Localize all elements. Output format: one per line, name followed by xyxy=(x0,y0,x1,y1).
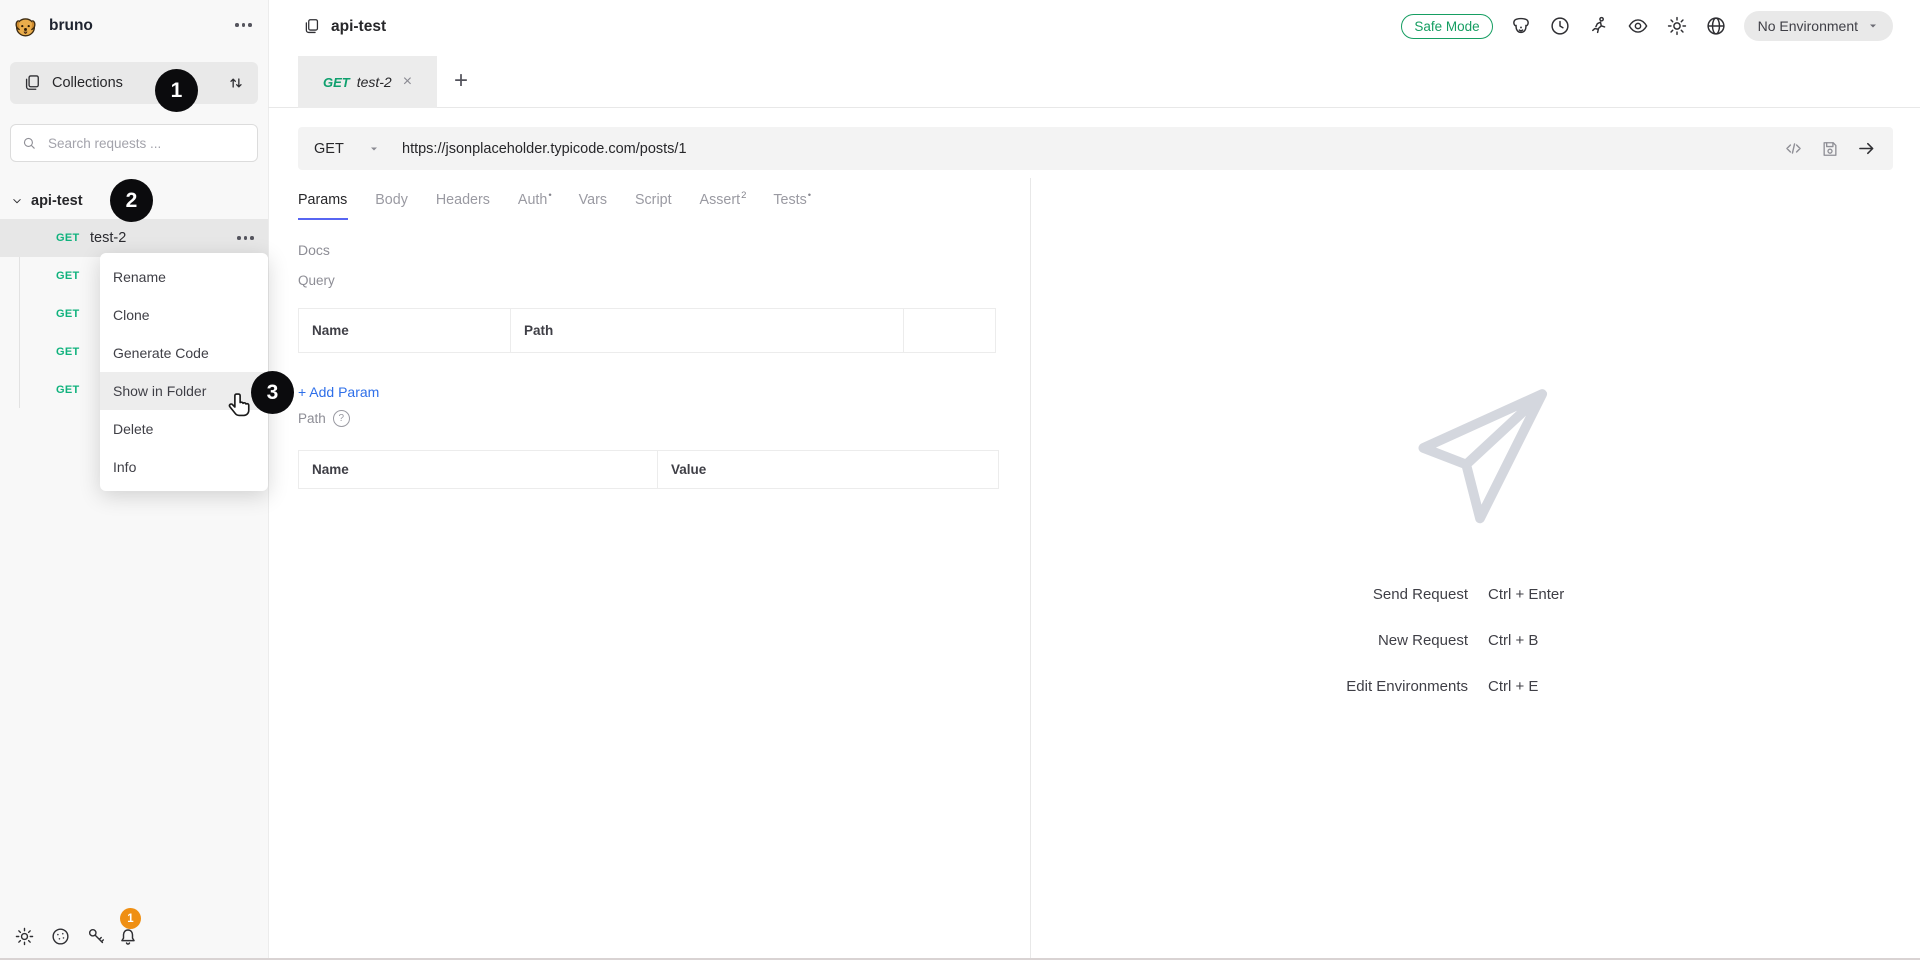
menu-item-info[interactable]: Info xyxy=(100,448,268,486)
sort-icon[interactable] xyxy=(226,73,246,93)
main-area: api-test Safe Mode xyxy=(268,0,1920,960)
hand-cursor-icon xyxy=(225,391,255,426)
globe-icon[interactable] xyxy=(1705,15,1727,37)
tab-assert[interactable]: Assert2 xyxy=(700,190,747,220)
chevron-down-icon[interactable] xyxy=(10,194,24,208)
tab-script[interactable]: Script xyxy=(635,190,673,220)
docs-link[interactable]: Docs xyxy=(298,242,330,258)
tab-name: test-2 xyxy=(357,74,392,90)
settings-gear-icon[interactable] xyxy=(14,926,35,947)
search-input[interactable] xyxy=(46,135,240,152)
menu-item-generate-code[interactable]: Generate Code xyxy=(100,334,268,372)
collections-icon xyxy=(22,73,42,93)
environment-label: No Environment xyxy=(1758,18,1858,34)
annotation-badge-3: 3 xyxy=(251,371,294,414)
bruno-app-window: bruno Collections api-test xyxy=(0,0,1920,960)
request-item-test-2[interactable]: GET test-2 xyxy=(0,219,268,257)
path-col-value: Value xyxy=(658,451,999,489)
clock-icon[interactable] xyxy=(1549,15,1571,37)
url-actions xyxy=(1783,138,1877,159)
query-params-table: Name Path xyxy=(298,308,996,353)
query-col-actions xyxy=(904,309,996,353)
save-icon[interactable] xyxy=(1820,139,1840,159)
tab-method: GET xyxy=(323,75,350,90)
close-tab-icon[interactable]: × xyxy=(403,73,412,91)
query-section-label: Query xyxy=(298,273,335,288)
request-menu-ellipsis-icon[interactable] xyxy=(237,236,254,240)
query-col-name: Name xyxy=(299,309,511,353)
request-method-badge: GET xyxy=(56,270,90,282)
method-dropdown[interactable]: GET xyxy=(314,141,368,157)
cookies-icon[interactable] xyxy=(50,926,71,947)
tab-body[interactable]: Body xyxy=(375,190,409,220)
generate-code-icon[interactable] xyxy=(1783,138,1804,159)
eye-icon[interactable] xyxy=(1627,15,1649,37)
path-params-table: Name Value xyxy=(298,450,999,489)
paper-plane-icon xyxy=(1404,380,1556,538)
sidebar-footer: 1 xyxy=(0,924,268,954)
secrets-key-icon[interactable] xyxy=(86,926,107,947)
request-method-badge: GET xyxy=(56,384,90,396)
request-context-menu: Rename Clone Generate Code Show in Folde… xyxy=(100,253,268,491)
app-logo-row: bruno xyxy=(0,8,268,44)
help-icon[interactable]: ? xyxy=(333,410,350,427)
notification-count-badge: 1 xyxy=(120,908,141,929)
request-pane: Params Body Headers Auth• Vars Script As… xyxy=(268,170,1030,960)
add-param-button[interactable]: + Add Param xyxy=(298,382,379,402)
tab-vars[interactable]: Vars xyxy=(579,190,608,220)
app-name: bruno xyxy=(49,17,93,35)
chevron-down-icon xyxy=(1867,20,1879,32)
path-section-label: Path ? xyxy=(298,410,350,427)
header-toolbar: Safe Mode xyxy=(1401,11,1893,41)
tab-headers[interactable]: Headers xyxy=(436,190,491,220)
response-pane: Send Request Ctrl + Enter New Request Ct… xyxy=(1030,178,1920,960)
shortcut-row: Send Request Ctrl + Enter xyxy=(1090,580,1650,608)
pages-icon xyxy=(302,17,321,36)
tab-tests[interactable]: Tests• xyxy=(773,190,811,220)
collection-name: api-test xyxy=(31,193,83,209)
tab-test-2[interactable]: GET test-2 × xyxy=(298,56,437,108)
page-title: api-test xyxy=(331,18,386,36)
request-method-badge: GET xyxy=(56,346,90,358)
request-method-badge: GET xyxy=(56,308,90,320)
request-name: test-2 xyxy=(90,230,126,246)
safe-mode-badge[interactable]: Safe Mode xyxy=(1401,14,1492,39)
request-section-tabs: Params Body Headers Auth• Vars Script As… xyxy=(298,190,811,220)
notifications-bell-icon[interactable] xyxy=(117,926,139,948)
send-request-arrow-icon[interactable] xyxy=(1856,138,1877,159)
tab-params[interactable]: Params xyxy=(298,190,348,220)
gear-icon[interactable] xyxy=(1666,15,1688,37)
request-url-bar: GET https://jsonplaceholder.typicode.com… xyxy=(298,127,1893,170)
tab-auth[interactable]: Auth• xyxy=(518,190,552,220)
open-tabs-strip: GET test-2 × + xyxy=(268,56,1920,108)
menu-item-rename[interactable]: Rename xyxy=(100,258,268,296)
chevron-down-icon[interactable] xyxy=(368,143,380,155)
path-col-name: Name xyxy=(299,451,658,489)
annotation-badge-2: 2 xyxy=(110,179,153,222)
collections-label: Collections xyxy=(52,75,123,91)
url-input[interactable]: https://jsonplaceholder.typicode.com/pos… xyxy=(402,141,687,157)
annotation-badge-1: 1 xyxy=(155,69,198,112)
search-icon xyxy=(21,135,38,152)
new-tab-button[interactable]: + xyxy=(454,67,468,95)
bruno-dog-logo-icon xyxy=(12,13,39,40)
shortcut-row: Edit Environments Ctrl + E xyxy=(1090,672,1650,700)
runner-icon[interactable] xyxy=(1588,15,1610,37)
collections-header[interactable]: Collections xyxy=(10,62,258,104)
dog-icon[interactable] xyxy=(1510,15,1532,37)
app-menu-ellipsis-icon[interactable] xyxy=(235,23,252,27)
environment-selector[interactable]: No Environment xyxy=(1744,11,1893,41)
query-col-path: Path xyxy=(511,309,904,353)
collection-title-row: api-test xyxy=(302,17,386,36)
search-box[interactable] xyxy=(10,124,258,162)
shortcut-row: New Request Ctrl + B xyxy=(1090,626,1650,654)
menu-item-clone[interactable]: Clone xyxy=(100,296,268,334)
request-method-badge: GET xyxy=(56,232,90,244)
